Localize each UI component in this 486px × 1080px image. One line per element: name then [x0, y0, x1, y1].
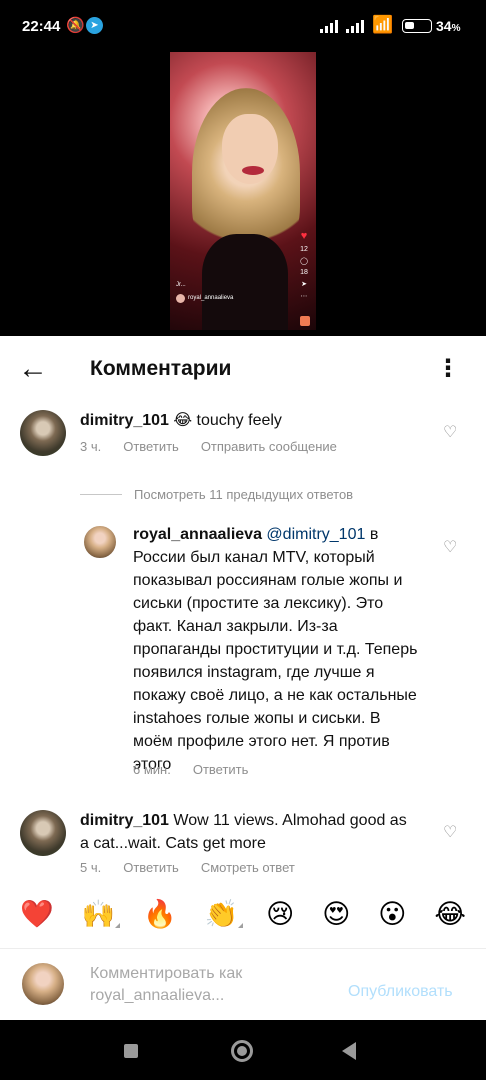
reply-button[interactable]: Ответить — [193, 762, 249, 777]
comment-text: royal_annaalieva @dimitry_101 в России б… — [133, 523, 419, 776]
emoji-quick-bar: ❤️ 🙌 🔥 👏 😢 😍 😮 😂 — [0, 892, 486, 936]
view-previous-label: Посмотреть 11 предыдущих ответов — [134, 486, 354, 502]
emoji-raised-hands[interactable]: 🙌 — [82, 898, 116, 930]
emoji-fire[interactable]: 🔥 — [143, 898, 177, 930]
divider — [80, 493, 122, 495]
wifi-icon: 📶 — [372, 15, 394, 34]
reel-username: royal_annaalieva — [188, 295, 234, 301]
system-nav-bar — [0, 1020, 486, 1080]
reel-avatar — [176, 294, 185, 303]
signal-icon — [346, 19, 372, 33]
back-icon[interactable] — [342, 1042, 356, 1060]
reel-video[interactable]: ♥ 12 ◯ 18 ➤ ⋯ Jr... royal_annaalieva — [170, 52, 316, 330]
view-reply-button[interactable]: Смотреть ответ — [201, 860, 295, 875]
comments-panel: ← Комментарии ⋮ dimitry_101 😂 touchy fee… — [0, 336, 486, 1020]
comment-text: dimitry_101 Wow 11 views. Almohad good a… — [80, 809, 420, 855]
reel-side-actions: ♥ 12 ◯ 18 ➤ ⋯ — [298, 230, 310, 300]
arrow-left-icon[interactable]: ← — [18, 354, 50, 386]
heart-outline-icon[interactable]: ♡ — [443, 425, 459, 441]
comment-time: 6 мин. — [133, 762, 171, 777]
send-icon[interactable]: ➤ — [301, 280, 307, 288]
comment-meta: 5 ч. Ответить Смотреть ответ — [80, 860, 295, 875]
emoji-laugh[interactable]: 😂 — [434, 899, 466, 930]
emoji-wow[interactable]: 😮 — [378, 899, 406, 930]
audio-thumbnail[interactable] — [300, 316, 310, 326]
post-button[interactable]: Опубликовать — [348, 983, 453, 1001]
avatar[interactable] — [20, 810, 66, 856]
audio-line: Jr... — [176, 282, 186, 288]
emoji-heart-eyes[interactable]: 😍 — [322, 899, 350, 930]
like-count: 12 — [300, 246, 308, 253]
comment-text: dimitry_101 😂 touchy feely — [80, 409, 420, 432]
mention-link[interactable]: @dimitry_101 — [266, 526, 365, 543]
reply-button[interactable]: Ответить — [123, 860, 179, 875]
comments-header: ← Комментарии ⋮ — [0, 336, 486, 404]
heart-icon[interactable]: ♥ — [301, 230, 308, 242]
comment-input[interactable]: Комментировать как royal_annaalieva... — [90, 963, 330, 1007]
emoji-heart[interactable]: ❤️ — [20, 898, 54, 930]
status-time: 22:44 — [22, 18, 61, 35]
comment-body: 😂 touchy feely — [173, 412, 282, 429]
reply-button[interactable]: Ответить — [123, 439, 179, 454]
bell-off-icon: 🔕 — [66, 17, 85, 34]
avatar[interactable] — [82, 524, 118, 560]
recents-icon[interactable] — [124, 1044, 138, 1058]
battery-percent: 34% — [436, 18, 461, 34]
emoji-clap[interactable]: 👏 — [205, 898, 239, 930]
comment-composer: Комментировать как royal_annaalieva... О… — [0, 948, 486, 1020]
video-preview-area: ♥ 12 ◯ 18 ➤ ⋯ Jr... royal_annaalieva — [0, 52, 486, 336]
comment-body: в России был канал MTV, который показыва… — [133, 526, 418, 773]
battery-icon — [402, 19, 432, 33]
comment-username[interactable]: dimitry_101 — [80, 812, 169, 829]
more-icon[interactable]: ⋯ — [301, 292, 308, 300]
heart-outline-icon[interactable]: ♡ — [443, 540, 459, 556]
home-icon[interactable] — [231, 1040, 253, 1062]
avatar — [20, 961, 66, 1007]
avatar[interactable] — [20, 410, 66, 456]
comment-icon[interactable]: ◯ — [300, 257, 308, 265]
comment-username[interactable]: dimitry_101 — [80, 412, 169, 429]
more-vertical-icon[interactable]: ⋮ — [436, 354, 460, 384]
comment-meta: 3 ч. Ответить Отправить сообщение — [80, 439, 337, 454]
comment-time: 5 ч. — [80, 860, 102, 875]
signal-icon — [320, 19, 346, 33]
status-bar: 22:44 🔕 ➤ 📶 34% — [0, 0, 486, 52]
comment-count: 18 — [300, 269, 308, 276]
heart-outline-icon[interactable]: ♡ — [443, 825, 459, 841]
comment-username[interactable]: royal_annaalieva — [133, 526, 262, 543]
comment-meta: 6 мин. Ответить — [133, 762, 248, 777]
comment-time: 3 ч. — [80, 439, 102, 454]
telegram-icon: ➤ — [86, 17, 103, 34]
send-message-button[interactable]: Отправить сообщение — [201, 439, 337, 454]
emoji-cry[interactable]: 😢 — [266, 899, 294, 930]
view-previous-replies[interactable]: Посмотреть 11 предыдущих ответов — [80, 484, 353, 504]
page-title: Комментарии — [90, 357, 232, 380]
